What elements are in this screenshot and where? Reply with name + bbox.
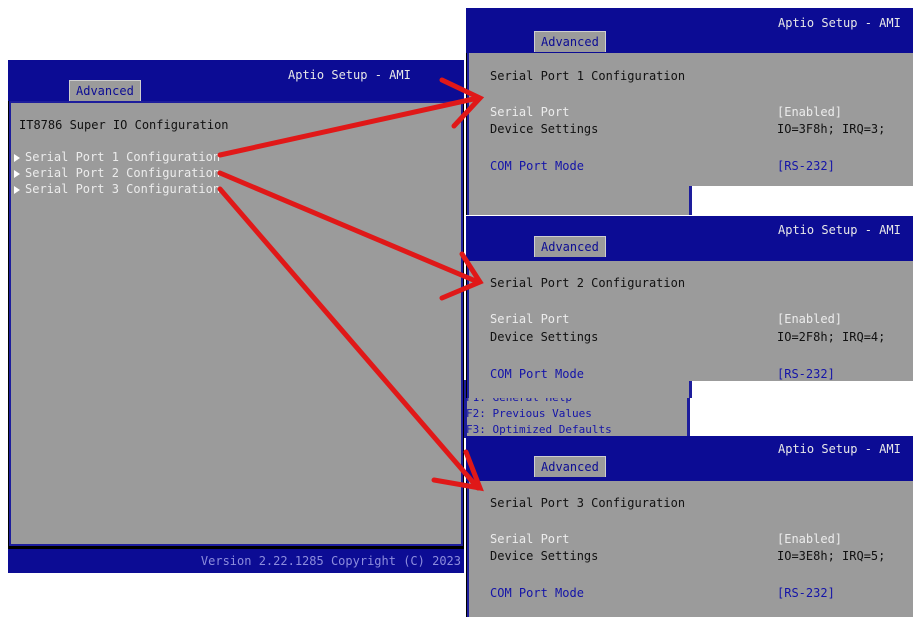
arrow-port3-shaft — [217, 186, 481, 491]
arrow-port1-shaft — [217, 95, 481, 158]
annotation-arrows — [217, 77, 485, 492]
arrow-port2-shaft — [217, 170, 481, 285]
